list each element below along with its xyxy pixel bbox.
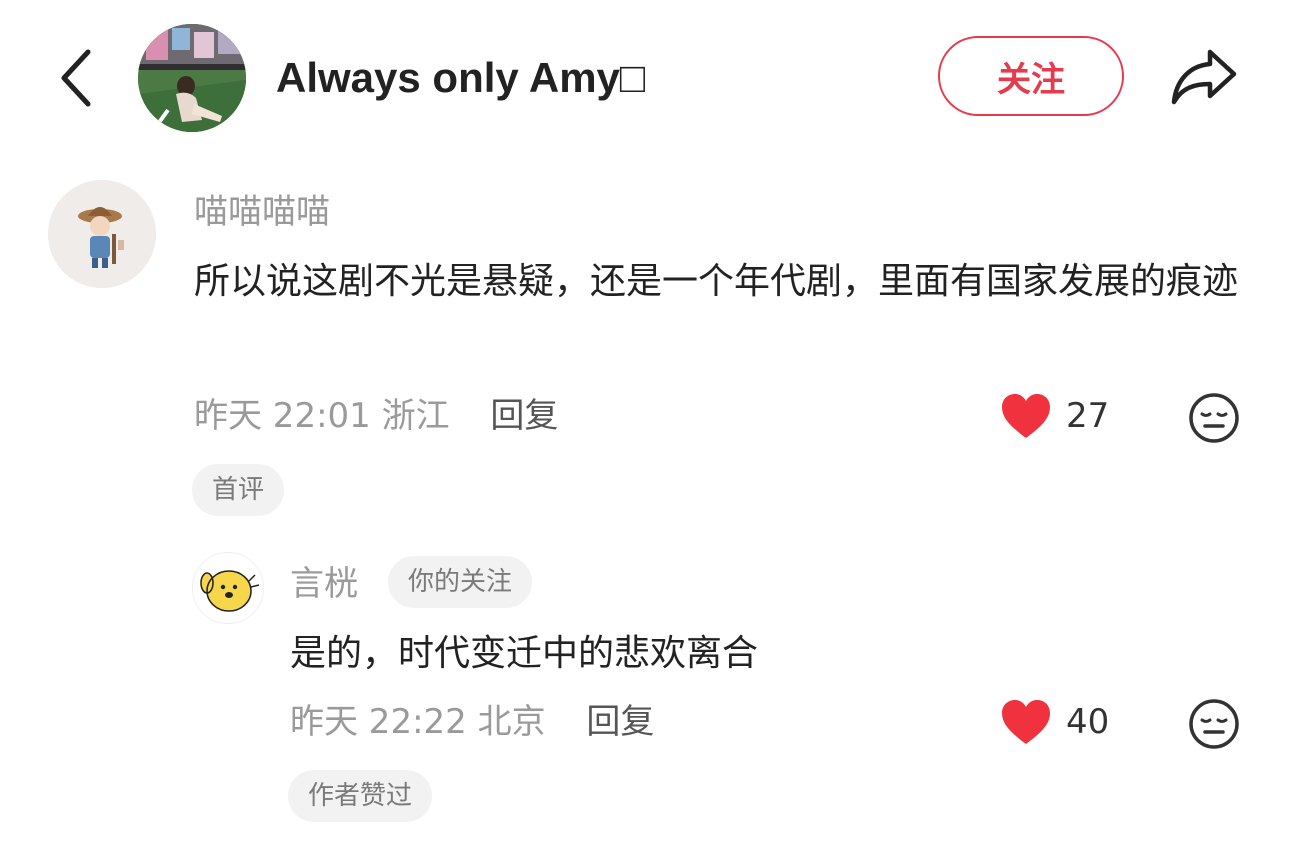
reply-time: 昨天 22:22 xyxy=(290,702,467,742)
author-avatar[interactable] xyxy=(138,24,246,132)
author-avatar-image xyxy=(138,24,246,132)
share-arrow-icon xyxy=(1171,49,1237,105)
like-button[interactable]: 40 xyxy=(1000,698,1109,746)
author-liked-tag: 作者赞过 xyxy=(288,770,433,822)
reply-button[interactable]: 回复 xyxy=(586,702,654,742)
chevron-left-icon xyxy=(61,49,91,107)
like-count: 27 xyxy=(1066,396,1110,436)
meh-face-icon xyxy=(1189,699,1239,749)
top-bar: Always only Amy□ 关注 xyxy=(0,0,1290,160)
reply-avatar[interactable] xyxy=(192,552,264,624)
like-count: 40 xyxy=(1066,702,1110,742)
emoji-reaction-button[interactable] xyxy=(1188,698,1240,750)
reply-text: 是的，时代变迁中的悲欢离合 xyxy=(290,633,759,674)
comment-location: 浙江 xyxy=(381,396,450,436)
comment-time: 昨天 22:01 xyxy=(194,396,371,436)
commenter-avatar[interactable] xyxy=(48,180,156,288)
following-badge: 你的关注 xyxy=(388,556,533,608)
commenter-avatar-image xyxy=(48,180,156,288)
like-button[interactable]: 27 xyxy=(1000,392,1109,440)
reply-meta: 昨天 22:22 北京 回复 xyxy=(290,700,654,744)
emoji-reaction-button[interactable] xyxy=(1188,392,1240,444)
heart-icon xyxy=(1002,394,1050,438)
comment-meta: 昨天 22:01 浙江 回复 xyxy=(194,394,558,438)
reply-location: 北京 xyxy=(477,702,546,742)
commenter-name[interactable]: 喵喵喵喵 xyxy=(194,190,330,234)
meh-face-icon xyxy=(1189,393,1239,443)
share-button[interactable] xyxy=(1166,42,1242,110)
heart-icon xyxy=(1002,700,1050,744)
first-comment-tag: 首评 xyxy=(192,464,285,516)
reply-commenter-name[interactable]: 言桄 xyxy=(290,562,358,606)
follow-button[interactable]: 关注 xyxy=(938,36,1124,116)
comment-text: 所以说这剧不光是悬疑，还是一个年代剧，里面有国家发展的痕迹 xyxy=(194,261,1239,302)
reply-avatar-image xyxy=(193,553,263,623)
author-name: Always only Amy□ xyxy=(276,54,646,101)
reply-button[interactable]: 回复 xyxy=(490,396,558,436)
back-button[interactable] xyxy=(48,46,104,110)
